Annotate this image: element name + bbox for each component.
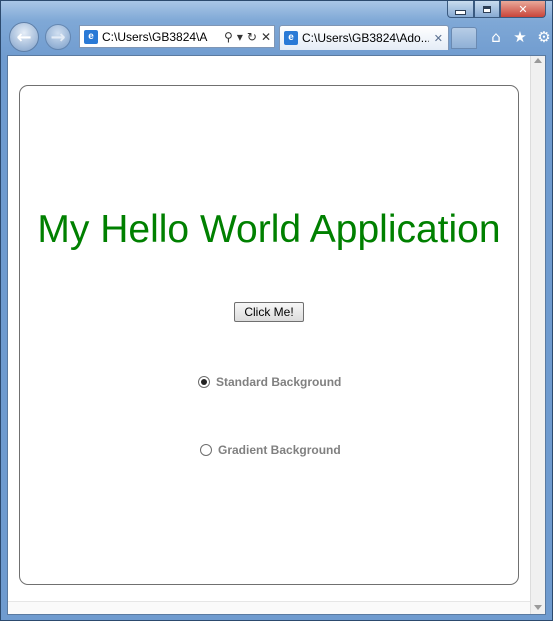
dropdown-icon[interactable]: ▾ xyxy=(237,30,243,44)
minimize-icon xyxy=(455,9,466,15)
radio-button[interactable] xyxy=(200,444,212,456)
stop-icon[interactable]: ✕ xyxy=(261,30,271,44)
tab-close-icon[interactable]: ✕ xyxy=(429,32,448,45)
bottom-bar xyxy=(8,601,531,614)
minimize-button[interactable] xyxy=(447,1,474,18)
browser-tab[interactable]: e C:\Users\GB3824\Ado... ✕ xyxy=(279,25,449,50)
scroll-up-icon[interactable] xyxy=(534,58,542,63)
app-title: My Hello World Application xyxy=(37,208,501,251)
favorites-star-icon[interactable]: ★ xyxy=(511,28,529,46)
radio-button[interactable] xyxy=(198,376,210,388)
tab-title: C:\Users\GB3824\Ado... xyxy=(302,31,429,45)
click-me-button[interactable]: Click Me! xyxy=(234,302,304,322)
address-url[interactable]: C:\Users\GB3824\A xyxy=(102,30,221,44)
search-icon[interactable]: ⚲ xyxy=(224,30,233,44)
page-viewport: My Hello World Application Click Me! Sta… xyxy=(7,55,546,615)
new-tab-button[interactable] xyxy=(451,27,477,49)
address-tools: ⚲ ▾ ↻ ✕ xyxy=(221,30,274,44)
close-icon: ✕ xyxy=(518,2,528,16)
forward-button[interactable]: → xyxy=(45,24,71,50)
ie-page-icon: e xyxy=(84,29,98,44)
forward-arrow-icon: → xyxy=(50,26,66,48)
address-bar[interactable]: e C:\Users\GB3824\A ⚲ ▾ ↻ ✕ xyxy=(79,25,275,48)
back-button[interactable]: ← xyxy=(9,22,39,52)
close-window-button[interactable]: ✕ xyxy=(500,1,546,18)
tools-gear-icon[interactable]: ⚙ xyxy=(535,28,553,46)
maximize-button[interactable] xyxy=(474,1,500,18)
refresh-icon[interactable]: ↻ xyxy=(247,30,257,44)
app-panel: My Hello World Application Click Me! Sta… xyxy=(19,85,519,585)
browser-navbar: ← → e C:\Users\GB3824\A ⚲ ▾ ↻ ✕ e C:\Use… xyxy=(1,19,553,55)
scroll-down-icon[interactable] xyxy=(534,605,542,610)
radio-label: Standard Background xyxy=(216,375,342,389)
maximize-icon xyxy=(483,5,491,13)
radio-label: Gradient Background xyxy=(218,443,341,457)
browser-window: ✕ ← → e C:\Users\GB3824\A ⚲ ▾ ↻ ✕ e C:\U… xyxy=(0,0,553,621)
radio-standard-background[interactable]: Standard Background xyxy=(198,375,341,389)
browser-right-icons: ⌂ ★ ⚙ xyxy=(487,28,553,46)
radio-gradient-background[interactable]: Gradient Background xyxy=(200,443,341,457)
vertical-scrollbar[interactable] xyxy=(530,56,545,614)
ie-page-icon: e xyxy=(284,31,298,45)
home-icon[interactable]: ⌂ xyxy=(487,28,505,46)
window-controls: ✕ xyxy=(447,1,546,19)
radio-selected-dot xyxy=(201,379,207,385)
back-arrow-icon: ← xyxy=(16,26,32,48)
